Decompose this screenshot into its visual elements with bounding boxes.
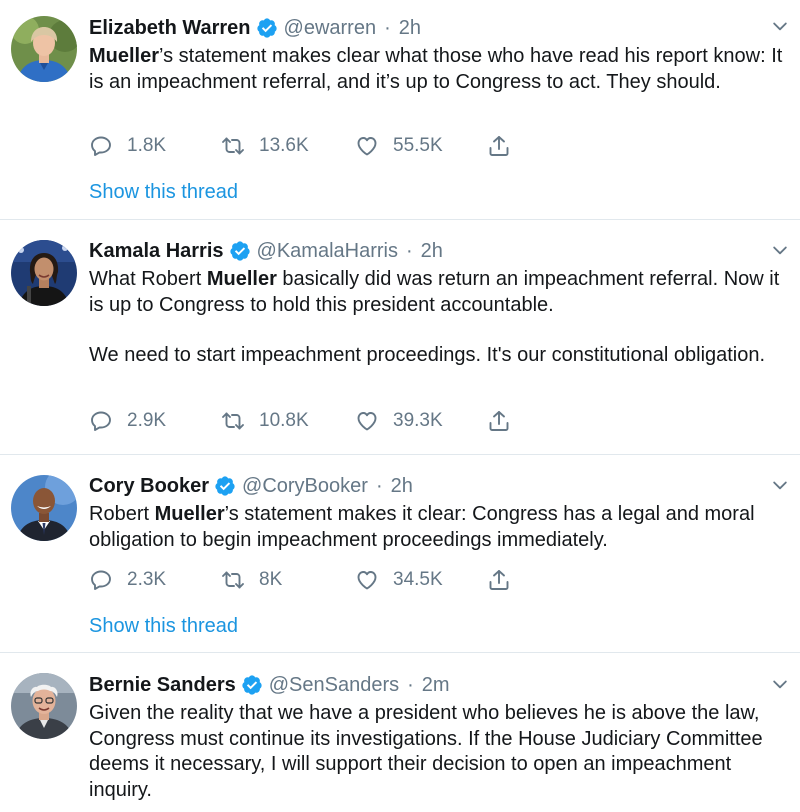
- tweet-booker[interactable]: Cory Booker @CoryBooker · 2h Robert Muel…: [0, 455, 800, 652]
- reply-icon: [89, 568, 113, 592]
- share-button[interactable]: [487, 407, 511, 435]
- show-thread-link[interactable]: Show this thread: [89, 179, 238, 205]
- like-count: 39.3K: [393, 410, 443, 431]
- reply-button[interactable]: 1.8K: [89, 132, 166, 160]
- tweet-paragraph: We need to start impeachment proceedings…: [89, 344, 766, 366]
- avatar[interactable]: [11, 16, 77, 82]
- chevron-down-icon[interactable]: [770, 240, 790, 260]
- reply-button[interactable]: 2.9K: [89, 407, 166, 435]
- tweet-harris[interactable]: Kamala Harris @KamalaHarris · 2h What Ro…: [0, 220, 800, 454]
- tweet-header: Kamala Harris @KamalaHarris · 2h: [89, 236, 443, 266]
- retweet-count: 13.6K: [259, 135, 309, 156]
- reply-count: 2.3K: [127, 569, 167, 590]
- reply-icon: [89, 409, 113, 433]
- author-handle[interactable]: @ewarren: [284, 13, 377, 43]
- chevron-down-icon[interactable]: [770, 674, 790, 694]
- author-name[interactable]: Kamala Harris: [89, 236, 224, 266]
- verified-badge-icon: [229, 240, 251, 262]
- highlight-word: Mueller: [154, 503, 225, 525]
- verified-badge-icon: [256, 17, 278, 39]
- like-button[interactable]: 34.5K: [355, 566, 443, 594]
- tweet-text: Mueller’s statement makes clear what tho…: [89, 44, 789, 95]
- separator: ·: [375, 475, 383, 497]
- share-icon: [487, 134, 511, 158]
- verified-badge-icon: [214, 475, 236, 497]
- tweet-header: Elizabeth Warren @ewarren · 2h: [89, 13, 421, 43]
- author-handle[interactable]: @CoryBooker: [242, 471, 368, 501]
- tweet-paragraph: Given the reality that we have a preside…: [89, 702, 763, 801]
- reply-icon: [89, 134, 113, 158]
- timestamp[interactable]: 2h: [421, 236, 443, 266]
- retweet-count: 10.8K: [259, 410, 309, 431]
- separator: ·: [407, 674, 414, 696]
- chevron-down-icon[interactable]: [770, 16, 790, 36]
- retweet-count: 8K: [259, 569, 283, 590]
- author-handle[interactable]: @SenSanders: [269, 670, 399, 700]
- like-icon: [355, 409, 379, 433]
- share-button[interactable]: [487, 566, 511, 594]
- retweet-button[interactable]: 13.6K: [221, 132, 309, 160]
- like-button[interactable]: 39.3K: [355, 407, 443, 435]
- retweet-icon: [221, 409, 245, 433]
- retweet-icon: [221, 134, 245, 158]
- highlight-word: Mueller: [89, 45, 160, 67]
- tweet-text-part: Robert: [89, 503, 155, 525]
- timestamp[interactable]: 2h: [391, 471, 413, 501]
- tweet-text-part: ’s statement makes clear what those who …: [89, 45, 783, 93]
- tweet-header: Bernie Sanders @SenSanders · 2m: [89, 670, 450, 700]
- verified-badge-icon: [241, 674, 263, 696]
- like-icon: [355, 134, 379, 158]
- avatar[interactable]: [11, 475, 77, 541]
- reply-count: 2.9K: [127, 410, 167, 431]
- author-handle[interactable]: @KamalaHarris: [257, 236, 398, 266]
- timestamp[interactable]: 2h: [399, 13, 421, 43]
- highlight-word: Mueller: [206, 268, 277, 290]
- tweet-header: Cory Booker @CoryBooker · 2h: [89, 471, 413, 501]
- like-button[interactable]: 55.5K: [355, 132, 443, 160]
- like-icon: [355, 568, 379, 592]
- chevron-down-icon[interactable]: [770, 475, 790, 495]
- retweet-button[interactable]: 10.8K: [221, 407, 309, 435]
- tweet-sanders[interactable]: Bernie Sanders @SenSanders · 2m Given th…: [0, 653, 800, 812]
- retweet-icon: [221, 568, 245, 592]
- share-button[interactable]: [487, 132, 511, 160]
- author-name[interactable]: Bernie Sanders: [89, 670, 236, 700]
- separator: ·: [384, 17, 391, 39]
- avatar[interactable]: [11, 673, 77, 739]
- tweet-text-part: What Robert: [89, 268, 207, 290]
- retweet-button[interactable]: 8K: [221, 566, 282, 594]
- author-name[interactable]: Cory Booker: [89, 471, 209, 501]
- tweet-text: Robert Mueller’s statement makes it clea…: [89, 502, 789, 553]
- reply-count: 1.8K: [127, 135, 167, 156]
- tweet-text: What Robert Mueller basically did was re…: [89, 267, 789, 369]
- timestamp[interactable]: 2m: [422, 670, 450, 700]
- tweet-text: Given the reality that we have a preside…: [89, 701, 789, 803]
- separator: ·: [405, 240, 413, 262]
- reply-button[interactable]: 2.3K: [89, 566, 166, 594]
- show-thread-link[interactable]: Show this thread: [89, 613, 238, 639]
- share-icon: [487, 409, 511, 433]
- share-icon: [487, 568, 511, 592]
- like-count: 55.5K: [393, 135, 443, 156]
- tweet-warren[interactable]: Elizabeth Warren @ewarren · 2h Mueller’s…: [0, 0, 800, 219]
- like-count: 34.5K: [393, 569, 443, 590]
- author-name[interactable]: Elizabeth Warren: [89, 13, 251, 43]
- avatar[interactable]: [11, 240, 77, 306]
